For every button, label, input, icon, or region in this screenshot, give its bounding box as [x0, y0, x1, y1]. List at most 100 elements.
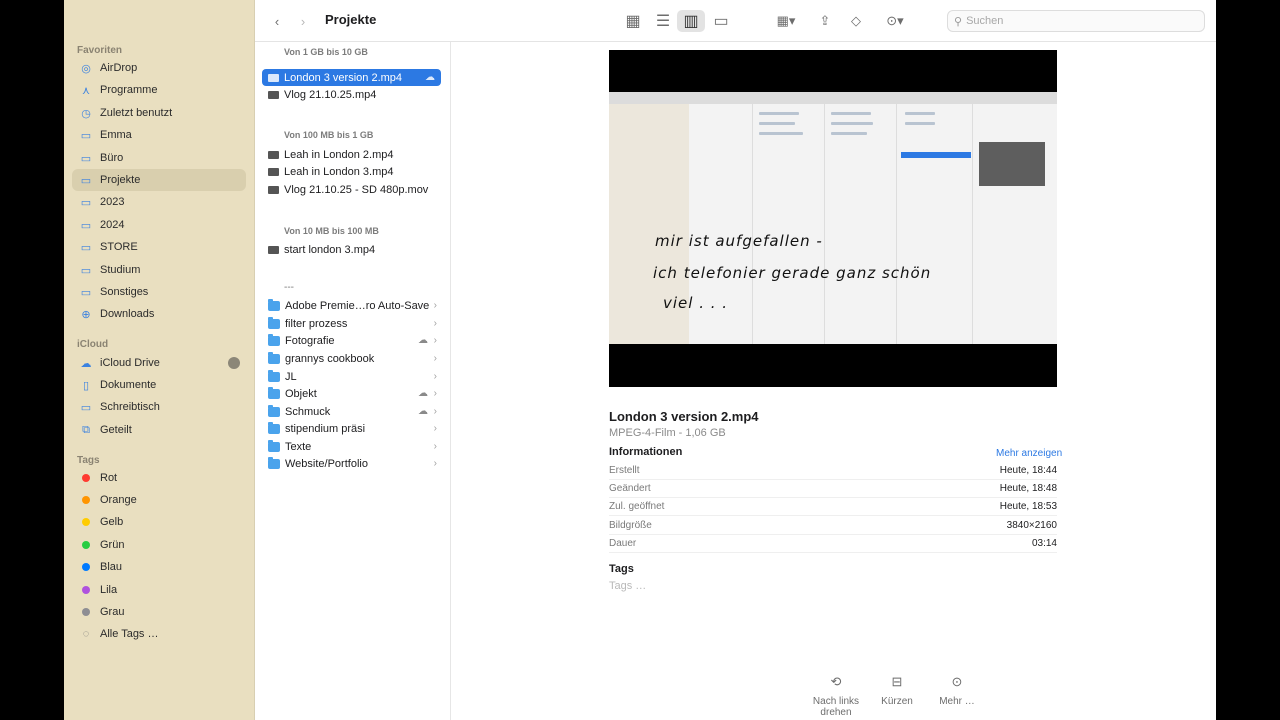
file-name: start london 3.mp4 — [284, 243, 376, 256]
action-label: Nach links drehen — [812, 696, 860, 718]
chevron-right-icon: › — [433, 423, 437, 434]
separator-label: --- — [284, 282, 294, 293]
sidebar-item-recent[interactable]: ◷ Zuletzt benutzt — [72, 102, 246, 124]
tag-button[interactable]: ◇ — [846, 11, 866, 31]
list-item-folder[interactable]: grannys cookbook › — [262, 350, 441, 367]
sidebar-item-schreibtisch[interactable]: ▭ Schreibtisch — [72, 396, 246, 418]
view-gallery-button[interactable]: ▭ — [707, 10, 735, 32]
list-item[interactable]: London 3 version 2.mp4 ☁ — [262, 69, 441, 86]
thumbnail-line — [759, 122, 795, 125]
thumbnail-line — [831, 132, 867, 135]
file-name: Leah in London 3.mp4 — [284, 165, 394, 178]
forward-button[interactable]: › — [295, 11, 311, 31]
list-item-folder[interactable]: Schmuck ☁ › — [262, 403, 441, 420]
sidebar-item-sonstiges[interactable]: ▭ Sonstiges — [72, 281, 246, 303]
tag-dot-icon — [82, 474, 90, 482]
list-item[interactable]: Leah in London 3.mp4 — [262, 163, 441, 180]
sidebar-item-geteilt[interactable]: ⧉ Geteilt — [72, 419, 246, 441]
handwriting-line: mir ist aufgefallen - — [655, 232, 823, 250]
sidebar-item-programme[interactable]: ⋏ Programme — [72, 79, 246, 101]
info-key: Dauer — [609, 538, 637, 549]
sidebar-item-label: Geteilt — [100, 424, 132, 436]
sidebar-item-2024[interactable]: ▭ 2024 — [72, 214, 246, 236]
folder-icon — [268, 298, 280, 311]
trim-button[interactable]: ⊟ Kürzen — [865, 675, 929, 707]
list-item-folder[interactable]: Objekt ☁ › — [262, 385, 441, 402]
sidebar-item-2023[interactable]: ▭ 2023 — [72, 191, 246, 213]
sidebar-tag-blau[interactable]: Blau — [72, 556, 246, 578]
list-item-folder[interactable]: Adobe Premie…ro Auto-Save › — [262, 297, 441, 314]
sidebar-item-emma[interactable]: ▭ Emma — [72, 124, 246, 146]
search-field[interactable]: ⚲ — [947, 10, 1205, 32]
list-item[interactable]: Vlog 21.10.25.mp4 — [262, 86, 441, 103]
sidebar-item-store[interactable]: ▭ STORE — [72, 236, 246, 258]
sidebar-tag-all[interactable]: ◌ Alle Tags … — [72, 623, 246, 645]
sidebar-tag-gelb[interactable]: Gelb — [72, 511, 246, 533]
sidebar-tag-lila[interactable]: Lila — [72, 579, 246, 601]
video-file-icon — [268, 150, 279, 159]
list-item-folder[interactable]: filter prozess › — [262, 315, 441, 332]
sidebar-tag-rot[interactable]: Rot — [72, 467, 246, 489]
folder-icon — [268, 439, 280, 452]
list-item-folder[interactable]: JL › — [262, 368, 441, 385]
sidebar-item-label: Sonstiges — [100, 286, 149, 298]
ellipsis-circle-icon: ⊙ — [951, 674, 963, 689]
search-input[interactable] — [966, 15, 1187, 27]
grid-icon: ▦ — [625, 13, 641, 30]
sidebar-item-projekte[interactable]: ▭ Projekte — [72, 169, 246, 191]
tag-icon: ◇ — [851, 13, 861, 28]
group-button[interactable]: ▦▾ — [771, 11, 801, 31]
video-thumbnail[interactable]: mir ist aufgefallen - ich telefonier ger… — [609, 50, 1057, 387]
sidebar-tag-gruen[interactable]: Grün — [72, 534, 246, 556]
list-item[interactable]: Leah in London 2.mp4 — [262, 146, 441, 163]
folder-icon: ▭ — [80, 129, 92, 142]
rotate-left-button[interactable]: ⟲ Nach links drehen — [804, 675, 868, 718]
sidebar: Favoriten ◎ AirDrop ⋏ Programme ◷ Zuletz… — [64, 0, 255, 720]
sidebar-item-studium[interactable]: ▭ Studium — [72, 259, 246, 281]
cloud-icon: ☁ — [425, 72, 435, 83]
list-item-folder[interactable]: stipendium präsi › — [262, 420, 441, 437]
handwriting-line: ich telefonier gerade ganz schön — [653, 264, 932, 282]
view-icons-button[interactable]: ▦ — [619, 10, 647, 32]
show-more-link[interactable]: Mehr anzeigen — [996, 448, 1062, 459]
sidebar-item-airdrop[interactable]: ◎ AirDrop — [72, 57, 246, 79]
chevron-right-icon: › — [433, 353, 437, 364]
file-name: Vlog 21.10.25 - SD 480p.mov — [284, 183, 429, 196]
folder-icon — [268, 316, 280, 329]
sidebar-tag-orange[interactable]: Orange — [72, 489, 246, 511]
info-key: Geändert — [609, 483, 651, 494]
gallery-icon: ▭ — [713, 13, 729, 30]
action-menu-button[interactable]: ⊙▾ — [880, 11, 910, 31]
all-tags-icon: ◌ — [82, 628, 90, 640]
sidebar-tag-grau[interactable]: Grau — [72, 601, 246, 623]
sidebar-section-favorites: Favoriten — [77, 45, 123, 56]
list-item-folder[interactable]: Website/Portfolio › — [262, 455, 441, 472]
back-button[interactable]: ‹ — [269, 11, 285, 31]
sidebar-item-label: Projekte — [100, 174, 141, 186]
airdrop-icon: ◎ — [81, 62, 91, 75]
view-list-button[interactable]: ☰ — [649, 10, 677, 32]
share-button[interactable]: ⇪ — [815, 11, 835, 31]
more-button[interactable]: ⊙ Mehr … — [925, 674, 989, 707]
tags-input[interactable]: Tags … — [609, 580, 646, 592]
cloud-icon: ☁ — [80, 357, 92, 370]
view-columns-button[interactable]: ▥ — [677, 10, 705, 32]
sidebar-item-icloud-drive[interactable]: ☁ iCloud Drive — [72, 352, 246, 374]
download-icon: ⊕ — [81, 308, 91, 321]
list-item-folder[interactable]: Texte › — [262, 438, 441, 455]
sidebar-item-label: Gelb — [100, 516, 124, 528]
video-file-icon — [268, 167, 279, 176]
tag-dot-icon — [82, 586, 90, 594]
list-item[interactable]: Vlog 21.10.25 - SD 480p.mov — [262, 181, 441, 198]
sidebar-item-downloads[interactable]: ⊕ Downloads — [72, 303, 246, 325]
list-item-folder[interactable]: Fotografie ☁ › — [262, 332, 441, 349]
folder-icon — [268, 404, 280, 417]
folder-icon: ▭ — [80, 286, 92, 299]
list-item[interactable]: start london 3.mp4 — [262, 241, 441, 258]
folder-name: stipendium präsi — [285, 422, 366, 435]
info-key: Erstellt — [609, 465, 640, 476]
group-header: Von 10 MB bis 100 MB — [284, 226, 379, 236]
folder-icon: ▭ — [80, 241, 92, 254]
sidebar-item-dokumente[interactable]: ▯ Dokumente — [72, 374, 246, 396]
sidebar-item-buero[interactable]: ▭ Büro — [72, 147, 246, 169]
